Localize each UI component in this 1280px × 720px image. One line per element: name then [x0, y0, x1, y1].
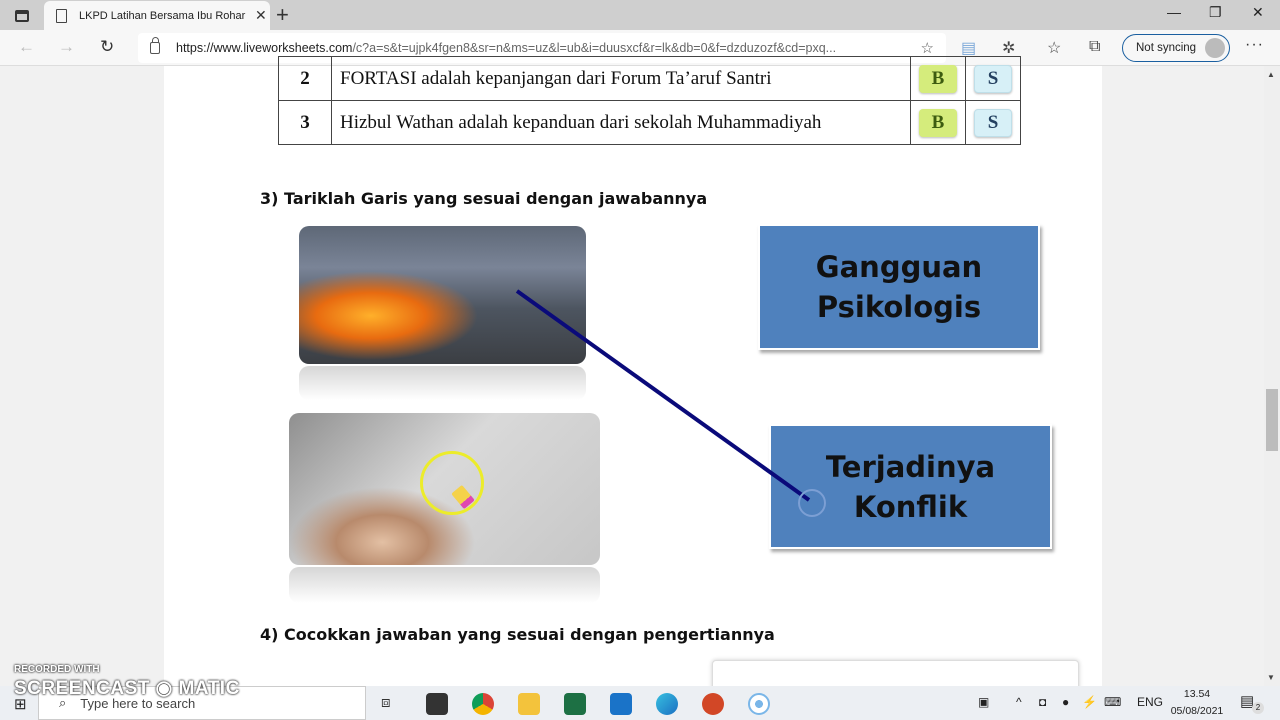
- tab-title: LKPD Latihan Bersama Ibu Rohar: [79, 9, 246, 22]
- true-false-table: 2 FORTASI adalah kepanjangan dari Forum …: [278, 56, 1021, 145]
- system-clock[interactable]: 13.54 05/08/2021: [1170, 686, 1224, 720]
- close-tab-icon[interactable]: ✕: [255, 7, 267, 24]
- stressed-man-image[interactable]: [289, 413, 600, 565]
- news-widget-icon[interactable]: ▣: [978, 695, 989, 709]
- watermark-line2: SCREENCAST ◉ MATIC: [14, 678, 240, 699]
- microphone-icon[interactable]: ●: [1062, 695, 1069, 709]
- new-tab-button[interactable]: +: [276, 3, 289, 27]
- scroll-down-arrow-icon[interactable]: ▼: [1267, 673, 1275, 682]
- question-4-heading: 4) Cocokkan jawaban yang sesuai dengan p…: [260, 625, 775, 644]
- row-statement: FORTASI adalah kepanjangan dari Forum Ta…: [331, 56, 911, 101]
- forward-button[interactable]: →: [58, 37, 75, 57]
- option-b-cell: B: [910, 100, 966, 145]
- answer-text-line: Konflik: [853, 489, 968, 524]
- answer-text-line: Terjadinya: [825, 449, 996, 484]
- option-s-button[interactable]: S: [974, 108, 1012, 137]
- row-number: 3: [278, 100, 332, 145]
- browser-tab[interactable]: LKPD Latihan Bersama Ibu Rohar ✕: [44, 1, 270, 30]
- question-3-heading: 3) Tariklah Garis yang sesuai dengan jaw…: [260, 189, 708, 208]
- task-view-icon[interactable]: ⧈: [381, 694, 391, 711]
- page-scrollbar[interactable]: ▲ ▼: [1264, 66, 1280, 686]
- clock-time: 13.54: [1183, 688, 1211, 700]
- answer-box-terjadinya-konflik[interactable]: Terjadinya Konflik: [769, 424, 1052, 549]
- favorites-icon[interactable]: ☆: [1047, 38, 1061, 58]
- minimize-button[interactable]: —: [1167, 4, 1181, 20]
- camera-icon[interactable]: ◘: [1039, 695, 1046, 709]
- file-explorer-icon[interactable]: [518, 693, 540, 715]
- workspaces-icon[interactable]: [8, 6, 36, 26]
- url-domain: https://www.liveworksheets.com: [176, 41, 353, 55]
- worksheet-page: 2 FORTASI adalah kepanjangan dari Forum …: [164, 56, 1102, 700]
- close-window-button[interactable]: ✕: [1252, 4, 1264, 21]
- answer-text-line: Psikologis: [816, 290, 982, 324]
- option-s-button[interactable]: S: [974, 64, 1012, 93]
- answer-box-gangguan-psikologis[interactable]: Gangguan Psikologis: [758, 224, 1040, 350]
- microsoft-store-icon[interactable]: [426, 693, 448, 715]
- option-s-cell: S: [965, 100, 1021, 145]
- reading-view-icon[interactable]: ▤: [961, 38, 976, 58]
- restore-button[interactable]: ❐: [1209, 4, 1222, 21]
- image-reflection: [299, 366, 586, 400]
- option-b-button[interactable]: B: [919, 64, 957, 93]
- profile-sync-button[interactable]: Not syncing: [1122, 34, 1230, 62]
- option-s-cell: S: [965, 56, 1021, 101]
- table-row: 2 FORTASI adalah kepanjangan dari Forum …: [278, 56, 1021, 101]
- image-reflection: [289, 567, 600, 603]
- row-number: 2: [278, 56, 332, 101]
- option-b-cell: B: [910, 56, 966, 101]
- excel-icon[interactable]: [564, 693, 586, 715]
- mail-icon[interactable]: [610, 693, 632, 715]
- language-indicator[interactable]: ENG: [1137, 695, 1163, 709]
- browser-titlebar: LKPD Latihan Bersama Ibu Rohar ✕ + — ❐ ✕: [0, 0, 1280, 30]
- notification-count-badge: 2: [1252, 702, 1264, 714]
- scroll-up-arrow-icon[interactable]: ▲: [1267, 70, 1275, 79]
- option-b-button[interactable]: B: [919, 108, 957, 137]
- power-icon[interactable]: ⚡: [1082, 695, 1097, 709]
- table-row: 3 Hizbul Wathan adalah kepanduan dari se…: [278, 100, 1021, 145]
- watermark-line1: RECORDED WITH: [14, 664, 100, 675]
- back-button[interactable]: ←: [18, 37, 35, 57]
- chrome-icon[interactable]: [472, 693, 494, 715]
- screencast-o-matic-icon[interactable]: [748, 693, 770, 715]
- reload-button[interactable]: ↻: [100, 37, 114, 57]
- sync-label: Not syncing: [1136, 42, 1197, 54]
- url-path: /c?a=s&t=ujpk4fgen8&sr=n&ms=uz&l=ub&i=du…: [352, 41, 837, 55]
- keyboard-icon[interactable]: ⌨: [1104, 695, 1121, 709]
- show-hidden-icons-chevron[interactable]: ^: [1016, 695, 1022, 709]
- powerpoint-icon[interactable]: [702, 693, 724, 715]
- row-statement: Hizbul Wathan adalah kepanduan dari seko…: [331, 100, 911, 145]
- more-menu-button[interactable]: ···: [1245, 36, 1264, 54]
- answer-text-line: Gangguan: [815, 250, 983, 284]
- avatar: [1205, 38, 1225, 58]
- edge-icon[interactable]: [656, 693, 678, 715]
- screencast-watermark: RECORDED WITH SCREENCAST ◉ MATIC: [14, 664, 240, 700]
- url-text[interactable]: https://www.liveworksheets.com/c?a=s&t=u…: [176, 41, 904, 55]
- extensions-icon[interactable]: ✲: [1002, 38, 1015, 58]
- collections-icon[interactable]: ⧉: [1089, 38, 1100, 56]
- clock-date: 05/08/2021: [1170, 705, 1224, 717]
- cursor-highlight-circle: [420, 451, 484, 515]
- lock-icon[interactable]: [150, 37, 160, 54]
- page-icon: [56, 8, 67, 23]
- riot-fire-image[interactable]: [299, 226, 586, 364]
- scrollbar-thumb[interactable]: [1266, 389, 1278, 451]
- add-favorite-icon[interactable]: ☆: [921, 39, 934, 57]
